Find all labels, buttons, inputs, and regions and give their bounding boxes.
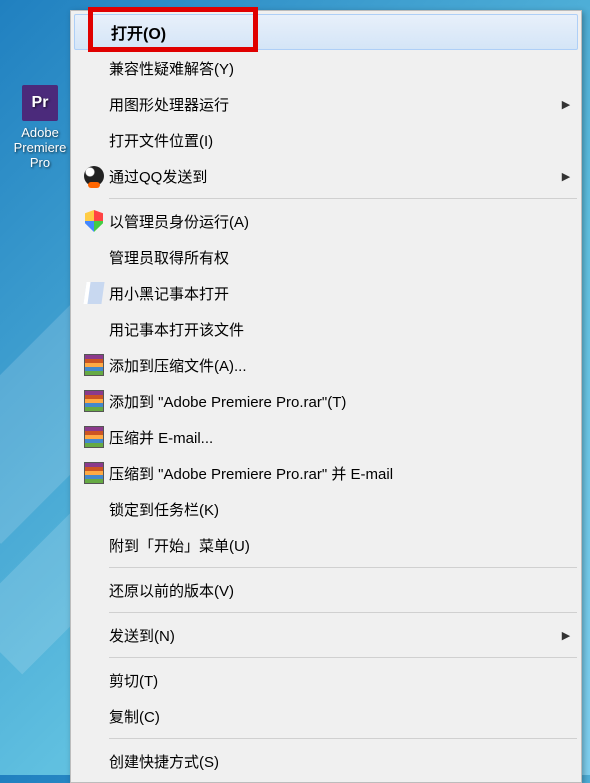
menu-item-label: 创建快捷方式(S) [109,751,559,772]
menu-item-label: 打开(O) [111,20,557,44]
menu-item-label: 附到「开始」菜单(U) [109,535,559,556]
menu-item[interactable]: 发送到(N)▶ [73,617,579,653]
menu-item[interactable]: 打开文件位置(I) [73,122,579,158]
desktop-shortcut[interactable]: Pr Adobe Premiere Pro [10,85,70,170]
menu-item-label: 用小黑记事本打开 [109,283,559,304]
menu-item-label: 添加到 "Adobe Premiere Pro.rar"(T) [109,391,559,412]
submenu-arrow-icon: ▶ [559,98,573,111]
menu-item-label: 锁定到任务栏(K) [109,499,559,520]
menu-item-label: 通过QQ发送到 [109,166,559,187]
context-menu: 打开(O)兼容性疑难解答(Y)用图形处理器运行▶打开文件位置(I)通过QQ发送到… [70,10,582,783]
rar-icon [79,390,109,412]
menu-item-label: 以管理员身份运行(A) [109,211,559,232]
menu-item[interactable]: 压缩到 "Adobe Premiere Pro.rar" 并 E-mail [73,455,579,491]
menu-item-label: 剪切(T) [109,670,559,691]
menu-item[interactable]: 兼容性疑难解答(Y) [73,50,579,86]
rar-icon [79,354,109,376]
desktop-shortcut-label: Adobe Premiere Pro [10,125,70,170]
menu-item[interactable]: 管理员取得所有权 [73,239,579,275]
menu-item[interactable]: 用记事本打开该文件 [73,311,579,347]
qq-icon [79,166,109,186]
menu-item-label: 发送到(N) [109,625,559,646]
menu-item-label: 添加到压缩文件(A)... [109,355,559,376]
menu-separator [109,738,577,739]
premiere-icon: Pr [22,85,58,121]
menu-item-label: 复制(C) [109,706,559,727]
menu-item-label: 压缩并 E-mail... [109,427,559,448]
shield-icon [79,210,109,232]
menu-item[interactable]: 还原以前的版本(V) [73,572,579,608]
menu-item[interactable]: 打开(O) [74,14,578,50]
menu-item-label: 用记事本打开该文件 [109,319,559,340]
menu-separator [109,198,577,199]
menu-item[interactable]: 以管理员身份运行(A) [73,203,579,239]
menu-item[interactable]: 用图形处理器运行▶ [73,86,579,122]
menu-item[interactable]: 剪切(T) [73,662,579,698]
menu-item[interactable]: 添加到压缩文件(A)... [73,347,579,383]
rar-icon [79,426,109,448]
menu-item-label: 打开文件位置(I) [109,130,559,151]
menu-item[interactable]: 添加到 "Adobe Premiere Pro.rar"(T) [73,383,579,419]
menu-item-label: 用图形处理器运行 [109,94,559,115]
menu-separator [109,657,577,658]
submenu-arrow-icon: ▶ [559,629,573,642]
menu-item-label: 兼容性疑难解答(Y) [109,58,559,79]
rar-icon [79,462,109,484]
menu-item[interactable]: 创建快捷方式(S) [73,743,579,779]
menu-item[interactable]: 附到「开始」菜单(U) [73,527,579,563]
submenu-arrow-icon: ▶ [559,170,573,183]
menu-item-label: 压缩到 "Adobe Premiere Pro.rar" 并 E-mail [109,463,559,484]
menu-item[interactable]: 锁定到任务栏(K) [73,491,579,527]
menu-separator [109,567,577,568]
menu-item[interactable]: 通过QQ发送到▶ [73,158,579,194]
menu-item[interactable]: 压缩并 E-mail... [73,419,579,455]
menu-item[interactable]: 复制(C) [73,698,579,734]
menu-separator [109,612,577,613]
menu-item-label: 管理员取得所有权 [109,247,559,268]
notebook-icon [79,282,109,304]
menu-item[interactable]: 用小黑记事本打开 [73,275,579,311]
menu-item-label: 还原以前的版本(V) [109,580,559,601]
